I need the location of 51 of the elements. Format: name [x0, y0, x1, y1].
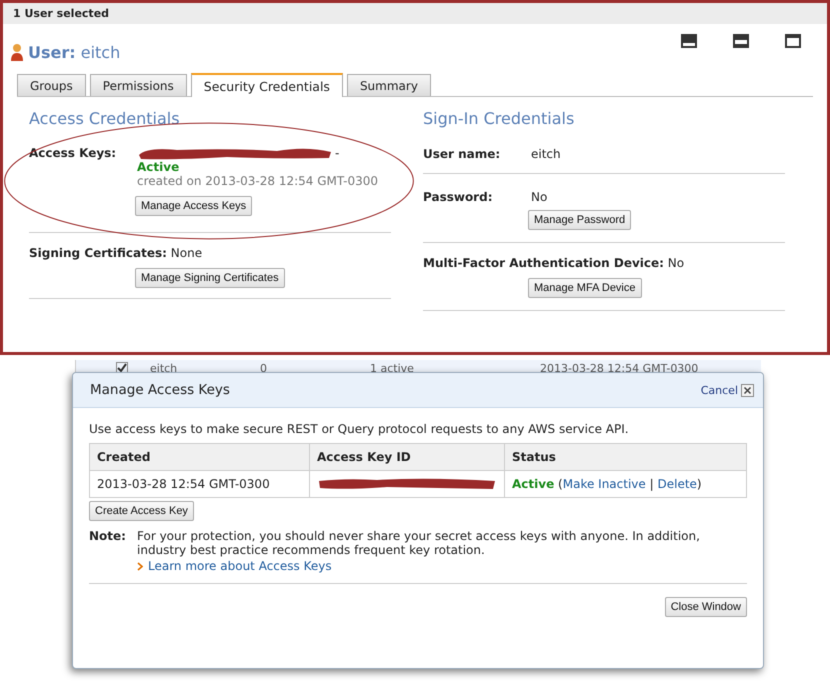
- key-separator: -: [335, 146, 340, 160]
- user-icon: [10, 43, 24, 61]
- paren: (: [558, 477, 563, 491]
- key-status: Active: [512, 477, 554, 491]
- note-label: Note:: [89, 529, 127, 545]
- create-access-key-button[interactable]: Create Access Key: [89, 501, 194, 521]
- field-label: Access Keys:: [29, 146, 118, 162]
- tab[interactable]: Permissions: [90, 74, 187, 96]
- tab[interactable]: Summary: [346, 74, 431, 96]
- dialog-title: Manage Access Keys: [90, 382, 231, 398]
- field-value: eitch: [531, 147, 561, 161]
- paren: ): [696, 477, 702, 491]
- field-label: Password:: [423, 190, 494, 204]
- pane-bottom-icon[interactable]: [681, 34, 697, 48]
- chevron-icon: [137, 562, 143, 570]
- section-title: Sign-In Credentials: [423, 109, 576, 130]
- tab[interactable]: Security Credentials: [190, 73, 343, 97]
- learn-more-link[interactable]: Learn more about Access Keys: [148, 559, 332, 573]
- manage-button[interactable]: Manage Password: [528, 210, 632, 230]
- manage-access-keys-button[interactable]: Manage Access Keys: [135, 196, 252, 216]
- table-cell-text: 2013-03-28 12:54 GMT-0300: [540, 362, 700, 374]
- table-cell: 2013-03-28 12:54 GMT-0300: [90, 470, 310, 498]
- link-separator: |: [650, 477, 654, 491]
- key-status: Active: [137, 160, 180, 174]
- close-window-button[interactable]: Close Window: [664, 597, 747, 617]
- field-label: Multi-Factor Authentication Device:: [423, 256, 664, 270]
- section-title: Access Credentials: [29, 109, 181, 130]
- note-text: For your protection, you should never share your secret access keys with anyone. In addition, industry best practice recommends frequent key rotation.: [137, 529, 701, 557]
- column-header: Created: [90, 444, 310, 470]
- field-value: No: [668, 256, 684, 270]
- field-label: Signing Certificates:: [29, 246, 167, 260]
- manage-button[interactable]: Manage MFA Device: [528, 278, 642, 298]
- table-cell-text: eitch: [150, 362, 178, 374]
- pane-middle-icon[interactable]: [733, 34, 749, 48]
- column-header: Status: [504, 444, 746, 470]
- selection-count: 1 User selected: [13, 7, 110, 20]
- cancel-link[interactable]: Cancel: [700, 384, 738, 396]
- manage-signing-certificates-button[interactable]: Manage Signing Certificates: [135, 268, 285, 288]
- tab[interactable]: Groups: [17, 74, 86, 96]
- field-value: No: [531, 190, 548, 204]
- field-value: None: [170, 246, 202, 260]
- table-cell-text: 1 active: [370, 362, 415, 374]
- close-icon[interactable]: [741, 384, 754, 396]
- field-label: User name:: [423, 147, 502, 161]
- delete-link[interactable]: Delete: [657, 477, 697, 491]
- pane-top-icon[interactable]: [785, 34, 801, 48]
- intro-text: Use access keys to make secure REST or Query protocol requests to any AWS service API.: [89, 422, 630, 436]
- table-cell-text: 0: [260, 362, 268, 374]
- key-created-date: created on 2013-03-28 12:54 GMT-0300: [137, 174, 378, 188]
- user-title: User: eitch: [28, 42, 120, 62]
- column-header: Access Key ID: [310, 444, 504, 470]
